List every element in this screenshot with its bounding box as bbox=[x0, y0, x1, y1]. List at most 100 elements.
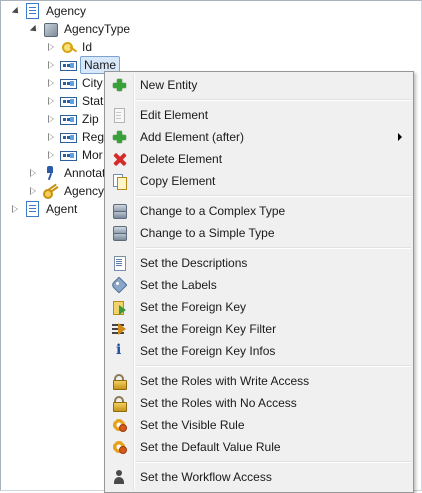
expand-toggle[interactable] bbox=[46, 150, 56, 160]
tree-node-agency[interactable]: Agency bbox=[10, 2, 88, 20]
expand-toggle[interactable] bbox=[28, 186, 38, 196]
menu-item-label: Set the Default Value Rule bbox=[140, 440, 281, 454]
menu-item-copy-element[interactable]: Copy Element bbox=[107, 170, 411, 192]
menu-item-label: New Entity bbox=[140, 78, 198, 92]
tree-node-agency-keys[interactable]: Agency bbox=[28, 182, 106, 200]
tree-node-reg[interactable]: Reg bbox=[46, 128, 106, 146]
menu-item-delete-element[interactable]: Delete Element bbox=[107, 148, 411, 170]
description-icon bbox=[111, 255, 127, 271]
tree-node-annotation[interactable]: Annotat bbox=[28, 164, 107, 182]
menu-separator bbox=[136, 195, 411, 197]
menu-item-set-workflow-access[interactable]: Set the Workflow Access bbox=[107, 466, 411, 488]
menu-separator bbox=[136, 247, 411, 249]
expand-toggle[interactable] bbox=[46, 96, 56, 106]
menu-item-label: Edit Element bbox=[140, 108, 209, 122]
expand-toggle[interactable] bbox=[28, 168, 38, 178]
menu-item-change-to-simple-type[interactable]: Change to a Simple Type bbox=[107, 222, 411, 244]
pin-icon bbox=[42, 165, 58, 181]
tree-node-zip[interactable]: Zip bbox=[46, 110, 101, 128]
tree-node-label: Reg bbox=[82, 130, 105, 144]
expand-toggle[interactable] bbox=[46, 42, 56, 52]
lock-icon bbox=[111, 373, 127, 390]
gear-icon bbox=[111, 439, 127, 455]
expand-toggle[interactable] bbox=[46, 60, 56, 70]
menu-item-set-foreign-key[interactable]: Set the Foreign Key bbox=[107, 296, 411, 318]
tree-node-mor[interactable]: Mor bbox=[46, 146, 105, 164]
menu-item-change-to-complex-type[interactable]: Change to a Complex Type bbox=[107, 200, 411, 222]
tree-node-label: Agency bbox=[64, 184, 105, 198]
field-icon bbox=[60, 147, 77, 163]
submenu-arrow-icon bbox=[398, 133, 402, 141]
filter-icon bbox=[111, 321, 127, 337]
tree-node-stat[interactable]: Stat bbox=[46, 92, 105, 110]
menu-item-set-foreign-key-filter[interactable]: Set the Foreign Key Filter bbox=[107, 318, 411, 340]
expand-toggle[interactable] bbox=[10, 204, 20, 214]
tree-node-label: Stat bbox=[82, 94, 104, 108]
menu-item-set-descriptions[interactable]: Set the Descriptions bbox=[107, 252, 411, 274]
menu-item-set-labels[interactable]: Set the Labels bbox=[107, 274, 411, 296]
field-icon bbox=[60, 75, 77, 91]
tree-node-label: Id bbox=[82, 40, 93, 54]
menu-item-label: Copy Element bbox=[140, 174, 216, 188]
complex-type-icon bbox=[111, 203, 127, 219]
menu-item-label: Set the Foreign Key bbox=[140, 300, 247, 314]
plus-icon bbox=[111, 129, 127, 145]
copy-icon bbox=[111, 173, 127, 190]
document-icon bbox=[24, 201, 40, 217]
menu-item-set-roles-no-access[interactable]: Set the Roles with No Access bbox=[107, 392, 411, 414]
menu-item-label: Set the Workflow Access bbox=[140, 470, 272, 484]
complex-type-icon bbox=[42, 21, 58, 37]
foreign-key-icon bbox=[111, 299, 127, 315]
expand-toggle[interactable] bbox=[46, 78, 56, 88]
tag-icon bbox=[111, 277, 127, 293]
tree-node-label: Annotat bbox=[64, 166, 106, 180]
menu-item-label: Set the Roles with Write Access bbox=[140, 374, 310, 388]
tree-node-city[interactable]: City bbox=[46, 74, 105, 92]
tree-node-agencytype[interactable]: AgencyType bbox=[28, 20, 132, 38]
menu-item-set-visible-rule[interactable]: Set the Visible Rule bbox=[107, 414, 411, 436]
keys-icon bbox=[42, 183, 58, 199]
tree-node-label: City bbox=[82, 76, 103, 90]
menu-item-label: Set the Foreign Key Filter bbox=[140, 322, 277, 336]
menu-item-label: Set the Descriptions bbox=[140, 256, 248, 270]
key-icon bbox=[60, 39, 76, 55]
menu-item-set-roles-write-access[interactable]: Set the Roles with Write Access bbox=[107, 370, 411, 392]
page-icon bbox=[111, 107, 127, 123]
tree-node-id[interactable]: Id bbox=[46, 38, 94, 56]
menu-item-label: Set the Visible Rule bbox=[140, 418, 245, 432]
user-icon bbox=[111, 469, 127, 485]
menu-item-set-default-value-rule[interactable]: Set the Default Value Rule bbox=[107, 436, 411, 458]
menu-separator bbox=[136, 99, 411, 101]
gear-icon bbox=[111, 417, 127, 433]
menu-item-new-entity[interactable]: New Entity bbox=[107, 74, 411, 96]
menu-separator bbox=[136, 461, 411, 463]
simple-type-icon bbox=[111, 225, 127, 241]
field-icon bbox=[60, 111, 77, 127]
menu-item-label: Change to a Complex Type bbox=[140, 204, 286, 218]
expand-toggle[interactable] bbox=[46, 114, 56, 124]
tree-node-agent[interactable]: Agent bbox=[10, 200, 79, 218]
expand-toggle[interactable] bbox=[28, 24, 40, 34]
menu-item-label: Set the Labels bbox=[140, 278, 217, 292]
tree-node-label: Agent bbox=[46, 202, 78, 216]
document-icon bbox=[24, 3, 40, 19]
tree-node-label: Mor bbox=[82, 148, 103, 162]
info-icon bbox=[111, 342, 127, 359]
plus-icon bbox=[111, 77, 127, 93]
tree-node-label: Agency bbox=[46, 4, 87, 18]
tree-node-label: AgencyType bbox=[64, 22, 131, 36]
menu-item-label: Add Element (after) bbox=[140, 130, 245, 144]
menu-item-add-element-after[interactable]: Add Element (after) bbox=[107, 126, 411, 148]
lock-icon bbox=[111, 395, 127, 412]
menu-item-edit-element[interactable]: Edit Element bbox=[107, 104, 411, 126]
tree-node-label: Zip bbox=[82, 112, 99, 126]
field-icon bbox=[60, 93, 77, 109]
expand-toggle[interactable] bbox=[10, 6, 22, 16]
menu-item-label: Set the Roles with No Access bbox=[140, 396, 297, 410]
expand-toggle[interactable] bbox=[46, 132, 56, 142]
menu-item-label: Set the Foreign Key Infos bbox=[140, 344, 276, 358]
field-icon bbox=[60, 129, 77, 145]
field-icon bbox=[60, 57, 77, 73]
menu-item-label: Delete Element bbox=[140, 152, 223, 166]
menu-item-set-foreign-key-infos[interactable]: Set the Foreign Key Infos bbox=[107, 340, 411, 362]
